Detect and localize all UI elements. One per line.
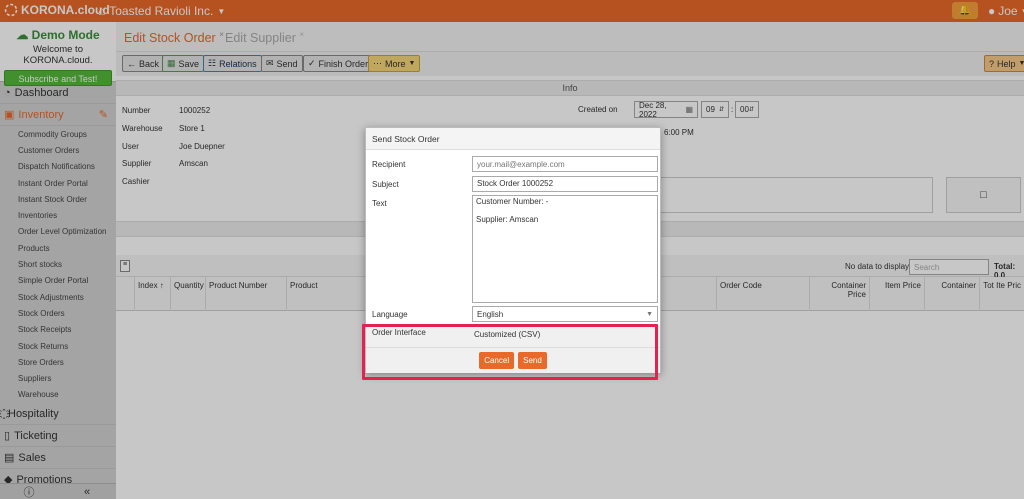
recipient-input[interactable] — [472, 156, 658, 172]
highlight-annotation-box — [362, 324, 658, 380]
subject-input[interactable]: Stock Order 1000252 — [472, 176, 658, 192]
text-area[interactable]: Customer Number: - Supplier: Amscan — [472, 195, 658, 303]
language-select[interactable]: English ▼ — [472, 306, 658, 322]
text-line: Customer Number: - — [476, 197, 549, 206]
text-label: Text — [372, 199, 387, 208]
dialog-title: Send Stock Order — [366, 128, 660, 150]
chevron-down-icon: ▼ — [646, 310, 653, 318]
subject-label: Subject — [372, 180, 399, 189]
text-line: Supplier: Amscan — [476, 215, 539, 224]
recipient-label: Recipient — [372, 160, 406, 169]
language-label: Language — [372, 310, 408, 319]
